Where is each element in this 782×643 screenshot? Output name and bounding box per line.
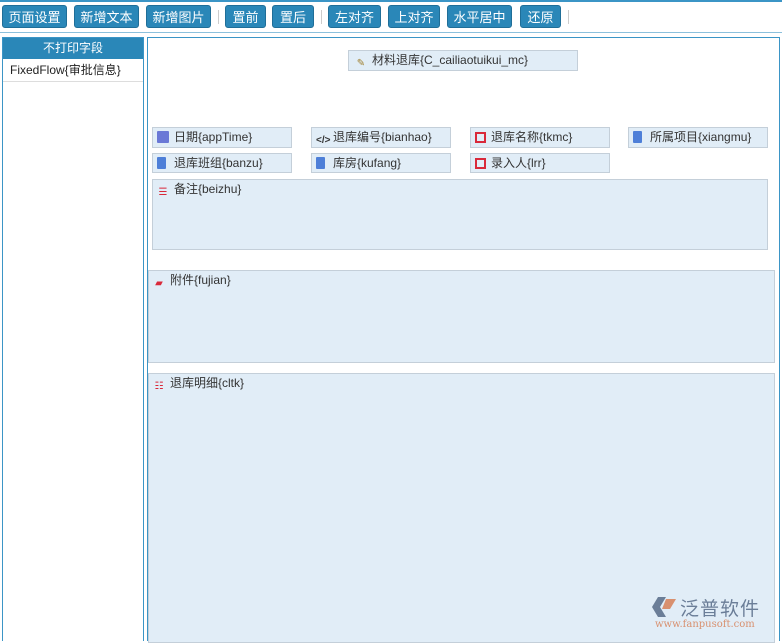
restore-button[interactable]: 还原 xyxy=(520,5,561,28)
field-label: 日期{appTime} xyxy=(174,130,253,144)
toolbar: 页面设置 新增文本 新增图片 置前 置后 左对齐 上对齐 水平居中 还原 xyxy=(0,2,782,33)
document-icon xyxy=(157,157,166,169)
field-label: 附件{fujian} xyxy=(170,273,231,287)
edit-icon xyxy=(475,158,486,169)
non-print-fields-panel: 不打印字段 FixedFlow{审批信息} xyxy=(2,37,144,641)
title-field[interactable]: ✎ 材料退库{C_cailiaotuikui_mc} xyxy=(348,50,578,71)
field-fujian[interactable]: ▰ 附件{fujian} xyxy=(148,270,775,363)
document-icon xyxy=(316,157,325,169)
align-top-button[interactable]: 上对齐 xyxy=(388,5,440,28)
field-label: 所属项目{xiangmu} xyxy=(650,130,752,144)
document-icon xyxy=(633,131,642,143)
field-lrr[interactable]: 录入人{lrr} xyxy=(470,153,610,173)
list-item[interactable]: FixedFlow{审批信息} xyxy=(3,59,143,82)
field-label: 退库编号{bianhao} xyxy=(333,130,432,144)
separator xyxy=(321,10,322,24)
field-tkmc[interactable]: 退库名称{tkmc} xyxy=(470,127,610,148)
field-label: 库房{kufang} xyxy=(333,156,402,170)
page-setup-button[interactable]: 页面设置 xyxy=(2,5,67,28)
calendar-icon xyxy=(157,131,169,143)
align-left-button[interactable]: 左对齐 xyxy=(328,5,381,28)
bring-front-button[interactable]: 置前 xyxy=(225,5,266,28)
field-apptime[interactable]: 日期{appTime} xyxy=(152,127,292,148)
field-label: 退库明细{cltk} xyxy=(170,376,245,390)
field-label: 退库班组{banzu} xyxy=(174,156,263,170)
pen-icon: ✎ xyxy=(356,58,366,69)
logo-mark-icon xyxy=(652,597,676,617)
separator xyxy=(568,10,569,24)
brand-logo: 泛普软件 www.fanpusoft.com xyxy=(652,594,777,634)
code-icon: </> xyxy=(316,135,331,146)
add-text-button[interactable]: 新增文本 xyxy=(74,5,139,28)
field-banzu[interactable]: 退库班组{banzu} xyxy=(152,153,292,173)
logo-name: 泛普软件 xyxy=(680,599,761,620)
field-label: 备注{beizhu} xyxy=(174,182,242,196)
text-lines-icon: ☰ xyxy=(158,187,168,198)
field-label: 材料退库{C_cailiaotuikui_mc} xyxy=(372,53,529,67)
attachment-icon: ▰ xyxy=(155,278,163,289)
field-kufang[interactable]: 库房{kufang} xyxy=(311,153,451,173)
field-label: 退库名称{tkmc} xyxy=(491,130,573,144)
field-xiangmu[interactable]: 所属项目{xiangmu} xyxy=(628,127,768,148)
field-beizhu[interactable]: ☰ 备注{beizhu} xyxy=(152,179,768,250)
logo-url: www.fanpusoft.com xyxy=(655,619,755,630)
center-horizontal-button[interactable]: 水平居中 xyxy=(447,5,512,28)
separator xyxy=(218,10,219,24)
send-back-button[interactable]: 置后 xyxy=(272,5,314,28)
field-label: 录入人{lrr} xyxy=(491,156,546,170)
edit-icon xyxy=(475,132,486,143)
list-icon: ☷ xyxy=(154,381,164,392)
field-bianhao[interactable]: </> 退库编号{bianhao} xyxy=(311,127,451,148)
panel-header: 不打印字段 xyxy=(3,38,143,59)
add-image-button[interactable]: 新增图片 xyxy=(146,5,211,28)
